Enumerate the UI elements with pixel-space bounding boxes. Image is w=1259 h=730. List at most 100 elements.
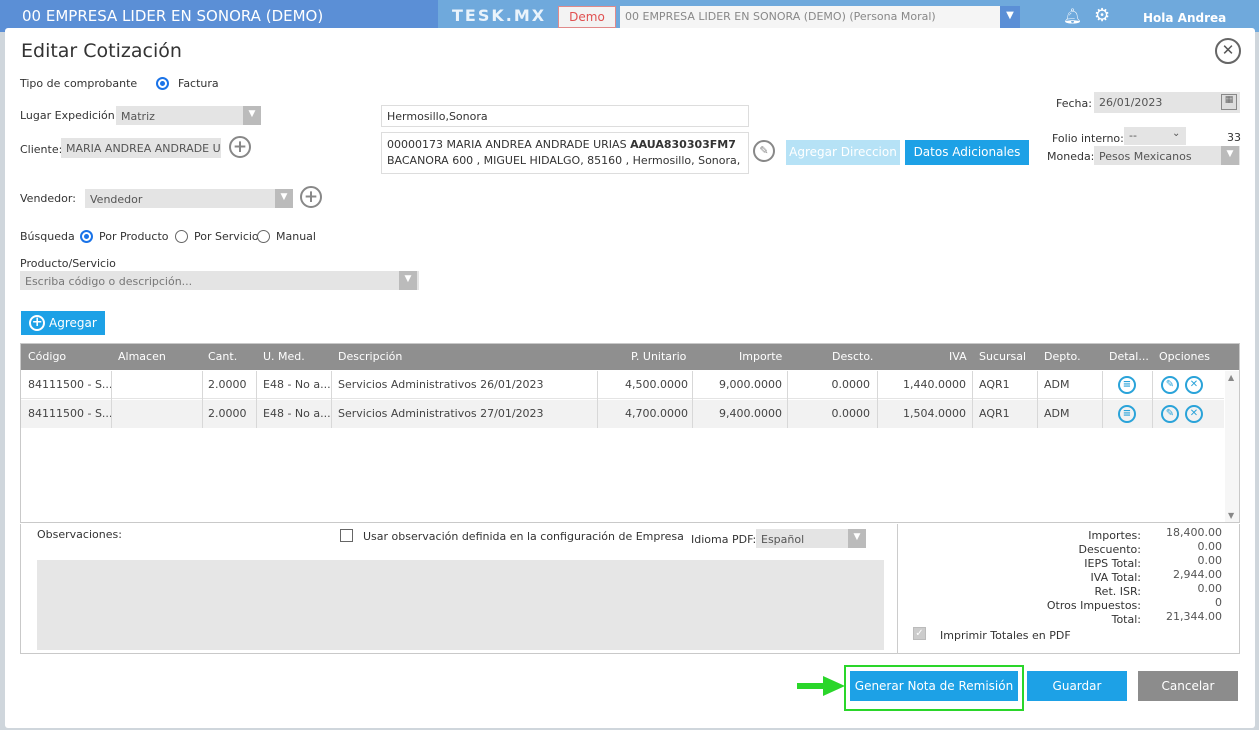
add-vendedor-icon[interactable]: + [300,186,322,208]
list-details-icon[interactable]: ≡ [1118,376,1136,394]
totals-label: IEPS Total: [1084,557,1141,570]
divider [787,371,788,428]
divider [897,524,898,654]
totals-label: Total: [1111,613,1141,626]
chevron-down-icon[interactable]: ▼ [275,189,293,208]
divider [111,371,112,428]
col-cant[interactable]: Cant. [208,350,237,363]
folio-number: 33 [1227,131,1241,144]
pencil-icon[interactable]: ✎ [1161,405,1179,423]
chevron-down-icon[interactable]: ⌄ [1172,128,1180,139]
col-descripcion[interactable]: Descripción [338,350,402,363]
col-opciones[interactable]: Opciones [1159,350,1210,363]
cell-punitario: 4,500.0000 [625,378,688,391]
col-codigo[interactable]: Código [28,350,66,363]
scroll-up-icon[interactable]: ▲ [1228,373,1234,382]
usar-observacion-checkbox[interactable] [340,529,353,542]
por-producto-label: Por Producto [99,230,169,243]
lugar-text-field[interactable]: Hermosillo,Sonora [381,105,749,127]
scroll-down-icon[interactable]: ▼ [1228,511,1234,520]
delete-icon[interactable]: ✕ [1185,376,1203,394]
chevron-down-icon[interactable]: ▼ [1000,6,1020,28]
guardar-button[interactable]: Guardar [1027,671,1127,701]
totals-value: 18,400.00 [1166,526,1222,539]
folio-label: Folio interno: [1052,132,1124,145]
chevron-down-icon[interactable]: ▼ [243,106,261,125]
por-servicio-radio[interactable] [175,230,188,243]
por-producto-radio[interactable] [80,230,93,243]
cell-punitario: 4,700.0000 [625,407,688,420]
col-almacen[interactable]: Almacen [118,350,166,363]
arrow-right-icon [797,676,845,696]
usar-observacion-label: Usar observación definida en la configur… [363,530,684,543]
cell-cant: 2.0000 [208,407,247,420]
calendar-icon[interactable]: ▦ [1221,94,1237,110]
producto-search-input[interactable]: Escriba código o descripción... [20,271,419,290]
cell-cant: 2.0000 [208,378,247,391]
cell-descripcion: Servicios Administrativos 27/01/2023 [338,407,544,420]
pencil-icon[interactable]: ✎ [753,140,775,162]
producto-label: Producto/Servicio [20,257,116,270]
delete-icon[interactable]: ✕ [1185,405,1203,423]
cell-sucursal: AQR1 [979,407,1010,420]
totals-value: 21,344.00 [1166,610,1222,623]
divider [256,371,257,428]
products-table: Código Almacen Cant. U. Med. Descripción… [20,343,1240,523]
totals-label: Descuento: [1078,543,1141,556]
close-icon[interactable]: ✕ [1215,38,1241,64]
por-servicio-label: Por Servicio [194,230,259,243]
divider [331,371,332,428]
agregar-direccion-button[interactable]: Agregar Direccion [786,140,900,165]
cell-descripcion: Servicios Administrativos 26/01/2023 [338,378,544,391]
app-logo[interactable]: TESK.MX [452,6,546,25]
cell-iva: 1,440.0000 [903,378,966,391]
col-punitario[interactable]: P. Unitario [631,350,686,363]
chevron-down-icon[interactable]: ▼ [399,271,417,290]
chevron-down-icon[interactable]: ▼ [1221,146,1239,165]
lugar-expedicion-select[interactable]: Matriz [116,106,261,125]
pencil-icon[interactable]: ✎ [1161,376,1179,394]
col-depto[interactable]: Depto. [1044,350,1081,363]
datos-adicionales-button[interactable]: Datos Adicionales [905,140,1029,165]
cliente-input[interactable]: MARIA ANDREA ANDRADE URI [61,138,221,158]
cell-descto: 0.0000 [831,378,871,391]
cliente-label: Cliente: [20,143,63,156]
manual-label: Manual [276,230,316,243]
totals-label: Ret. ISR: [1094,585,1141,598]
col-sucursal[interactable]: Sucursal [979,350,1026,363]
col-umed[interactable]: U. Med. [263,350,305,363]
col-descto[interactable]: Descto. [832,350,873,363]
col-iva[interactable]: IVA [949,350,967,363]
imprimir-totales-checkbox[interactable]: ✓ [913,627,926,640]
col-detalle[interactable]: Detal... [1109,350,1149,363]
manual-radio[interactable] [257,230,270,243]
totals-value: 0.00 [1197,554,1223,567]
cancelar-button[interactable]: Cancelar [1138,671,1238,701]
generar-nota-remision-button[interactable]: Generar Nota de Remisión [850,671,1018,701]
divider [972,371,973,428]
col-importe[interactable]: Importe [739,350,782,363]
agregar-button[interactable]: + Agregar [21,311,105,335]
divider [692,371,693,428]
moneda-select[interactable]: Pesos Mexicanos [1094,146,1240,165]
user-greeting[interactable]: Hola Andrea [1143,11,1226,25]
client-line1: 00000173 MARIA ANDREA ANDRADE URIAS [387,138,627,151]
add-client-icon[interactable]: + [229,136,251,158]
agregar-label: Agregar [49,316,97,330]
bell-icon[interactable]: 🔔︎ [1063,7,1082,25]
fecha-label: Fecha: [1056,97,1092,110]
cell-codigo: 84111500 - S... [28,378,113,391]
cell-iva: 1,504.0000 [903,407,966,420]
cell-sucursal: AQR1 [979,378,1010,391]
vendedor-select[interactable]: Vendedor [85,189,293,208]
factura-radio[interactable] [156,77,169,90]
table-scrollbar[interactable]: ▲ ▼ [1225,371,1239,522]
list-details-icon[interactable]: ≡ [1118,405,1136,423]
divider [1037,371,1038,428]
company-select[interactable]: 00 EMPRESA LIDER EN SONORA (DEMO) (Perso… [620,6,1000,28]
gear-icon[interactable]: ⚙ [1094,5,1110,26]
fecha-input[interactable]: 26/01/2023 [1094,92,1240,113]
chevron-down-icon[interactable]: ▼ [848,529,866,548]
observaciones-textarea[interactable] [37,560,884,650]
factura-label: Factura [178,77,219,90]
